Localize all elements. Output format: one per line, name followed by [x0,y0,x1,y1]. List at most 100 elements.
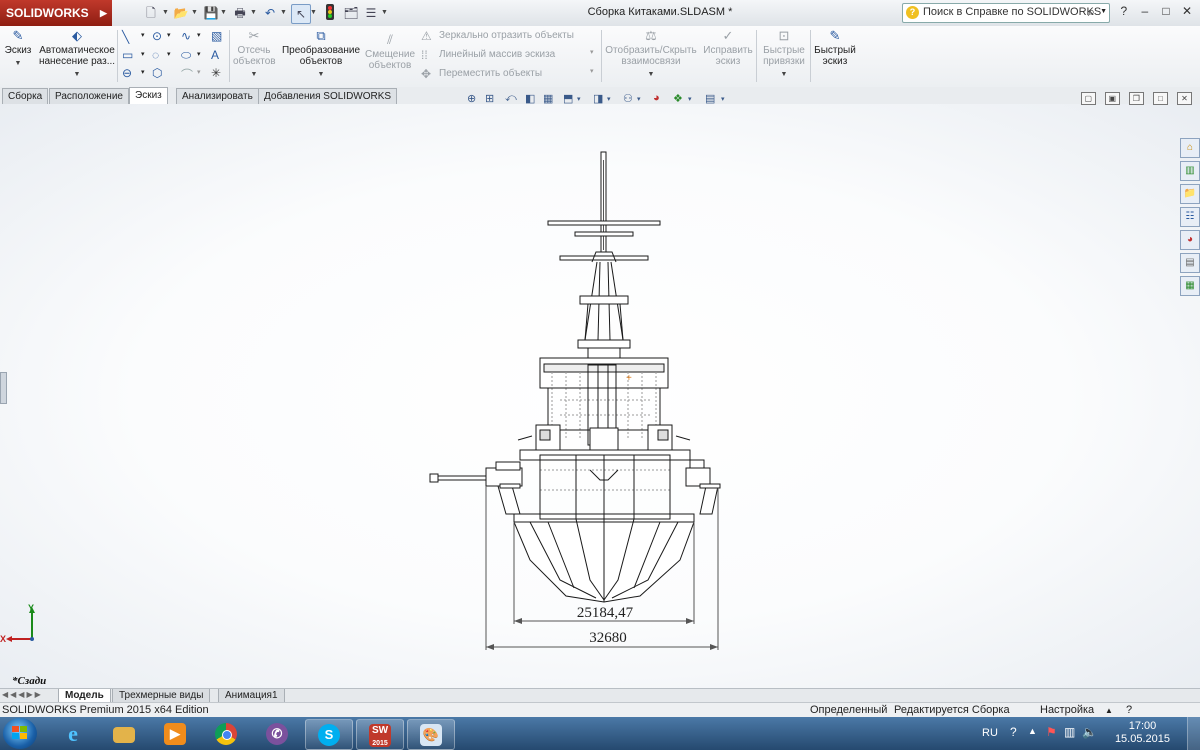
skype-icon[interactable]: S [305,719,353,750]
help-icon[interactable]: ? [1010,725,1017,739]
viewport-split-icon[interactable]: ▣ [1104,92,1120,105]
offset-entities-button[interactable]: ⫽ Смещение объектов [365,32,415,71]
slot-icon[interactable]: ⊖ [122,66,132,80]
viewport-single-icon[interactable]: ▢ [1080,92,1096,105]
zoom-to-fit-icon[interactable]: ⊕ [467,92,476,105]
chevron-down-icon[interactable]: ▾ [721,95,725,103]
chrome-icon[interactable] [203,719,249,748]
chevron-down-icon[interactable]: ▼ [604,69,698,80]
view-settings-icon[interactable]: ▤ [705,92,715,105]
help-icon[interactable]: ? [1126,703,1132,718]
solidworks-taskbar-icon[interactable]: SW 2015 [356,719,404,750]
mirror-entities-button[interactable]: Зеркально отразить объекты [439,30,574,41]
tab-navigation-arrows[interactable]: ◀◀◀▶▶ [2,690,43,699]
chevron-down-icon[interactable]: ▼ [3,58,33,69]
chevron-down-icon[interactable]: ▼ [220,9,227,16]
volume-icon[interactable]: 🔈 [1082,725,1097,739]
chevron-down-icon[interactable]: ▼ [760,69,808,80]
chevron-down-icon[interactable]: ▾ [577,95,581,103]
viewport-maximize-icon[interactable]: □ [1152,92,1168,105]
section-view-icon[interactable]: ◧ [525,92,535,105]
chevron-down-icon[interactable]: ▼ [310,9,317,16]
custom-properties-icon[interactable]: ▤ [1180,253,1200,273]
help-search-box[interactable]: ? Поиск в Справке по SOLIDWORKS ⌕ ▼ [902,3,1110,23]
media-player-icon[interactable]: ▶ [152,719,198,748]
edit-appearance-icon[interactable]: ◕ [653,92,660,104]
internet-explorer-icon[interactable]: e [50,719,96,748]
ellipse-icon[interactable]: ⬭ [181,48,191,63]
rebuild-icon[interactable] [321,4,339,22]
tab-evaluate[interactable]: Анализировать [176,88,259,104]
view-orientation-icon[interactable]: ⬒ [563,92,573,105]
viber-icon[interactable]: ✆ [254,719,300,748]
network-icon[interactable]: ▥ [1064,725,1075,739]
select-icon[interactable]: ↖ [291,4,311,24]
chevron-down-icon[interactable]: ▾ [688,95,692,103]
close-button[interactable]: ✕ [1178,4,1196,18]
chevron-down-icon[interactable]: ▾ [607,95,611,103]
trim-button[interactable]: ✂ Отсечь объектов ▼ [233,28,276,80]
chevron-down-icon[interactable]: ▼ [381,9,388,16]
file-explorer-icon[interactable] [101,719,147,748]
chevron-down-icon[interactable]: ▾ [167,31,171,39]
settings-menu[interactable]: Настройка [1040,703,1094,718]
chevron-down-icon[interactable]: ▼ [280,9,287,16]
chevron-down-icon[interactable]: ▾ [141,50,145,58]
tab-animation[interactable]: Анимация1 [218,689,285,703]
chevron-down-icon[interactable]: ▼ [250,9,257,16]
fillet-icon[interactable]: ⌒ [181,66,193,83]
tab-layout[interactable]: Расположение [49,88,129,104]
chevron-down-icon[interactable]: ▼ [191,9,198,16]
quick-snaps-button[interactable]: ⊡ Быстрые привязки ▼ [760,28,808,80]
chevron-down-icon[interactable]: ▼ [38,69,116,80]
text-icon[interactable]: A [211,48,219,62]
chevron-down-icon[interactable]: ▾ [197,68,201,76]
new-file-icon[interactable]: 🗋 [142,4,160,22]
open-folder-icon[interactable]: 📂 [172,4,190,22]
rapid-sketch-button[interactable]: ✎ Быстрый эскиз [812,28,858,67]
home-icon[interactable]: ⌂ [1180,138,1200,158]
linear-pattern-button[interactable]: Линейный массив эскиза [439,49,555,60]
action-center-icon[interactable]: ⚑ [1046,725,1057,739]
convert-entities-button[interactable]: ⧉ Преобразование объектов ▼ [279,28,363,80]
chevron-up-icon[interactable]: ▲ [1028,726,1037,736]
maximize-button[interactable]: □ [1157,4,1175,18]
zoom-area-icon[interactable]: ⊞ [485,92,494,105]
display-style-icon[interactable]: ◨ [593,92,603,105]
chevron-down-icon[interactable]: ▾ [141,31,145,39]
search-icon[interactable]: ⌕ [1088,4,1095,20]
dynamic-annotation-icon[interactable]: ▦ [543,92,553,105]
solidworks-menu-button[interactable]: SOLIDWORKS ▶ [0,0,112,26]
tab-assembly[interactable]: Сборка [2,88,49,104]
file-properties-icon[interactable]: 🗂 [342,4,360,22]
feature-manager-toggle[interactable] [0,372,7,404]
polygon-icon[interactable]: ⬡ [152,66,162,80]
chevron-down-icon[interactable]: ▾ [197,50,201,58]
show-desktop-button[interactable] [1187,717,1200,750]
viewport-close-icon[interactable]: ✕ [1177,92,1192,105]
help-search-input[interactable]: Поиск в Справке по SOLIDWORKS [923,6,1101,18]
tab-3d-views[interactable]: Трехмерные виды [112,689,211,703]
scene-icon[interactable]: ❖ [673,92,683,105]
chevron-down-icon[interactable]: ▼ [279,69,363,80]
help-button[interactable]: ? [1115,4,1133,18]
viewport-restore-icon[interactable]: ❐ [1128,92,1144,105]
tab-sketch[interactable]: Эскиз [129,87,168,105]
chevron-down-icon[interactable]: ▼ [233,69,275,80]
language-indicator[interactable]: RU [982,727,998,739]
dimension-hull-width[interactable]: 25184,47 [577,605,634,621]
appearances-icon[interactable]: ◕ [1180,230,1200,250]
chevron-down-icon[interactable]: ▾ [141,68,145,76]
chevron-up-icon[interactable]: ▲ [1105,703,1113,718]
chevron-down-icon[interactable]: ▾ [197,31,201,39]
chevron-down-icon[interactable]: ▼ [1100,8,1107,15]
file-explorer-icon[interactable]: 📁 [1180,184,1200,204]
paint-icon[interactable]: 🎨 [407,719,455,750]
options-icon[interactable]: ☰ [362,4,380,22]
dimension-overall-width[interactable]: 32680 [589,630,627,646]
chevron-down-icon[interactable]: ▾ [637,95,641,103]
undo-icon[interactable]: ↶ [261,4,279,22]
line-icon[interactable]: ╲ [122,30,129,44]
design-library-icon[interactable]: ▥ [1180,161,1200,181]
forum-icon[interactable]: ▦ [1180,276,1200,296]
